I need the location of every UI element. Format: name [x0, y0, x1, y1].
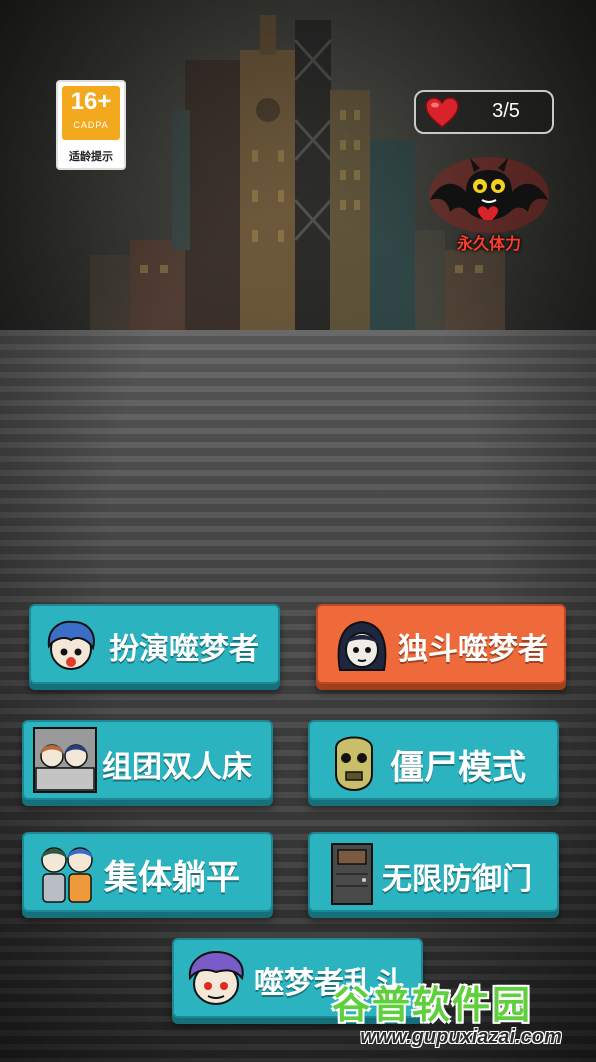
mode-label: 扮演噬梦者	[109, 632, 259, 667]
mode-label: 无限防御门	[382, 862, 532, 897]
watermark-url: www.gupuxiazai.com	[360, 1026, 562, 1048]
age-rating-org: CADPA	[73, 120, 109, 130]
watermark-title: 谷普软件园	[332, 983, 533, 1027]
mode-label: 独斗噬梦者	[398, 632, 548, 667]
permanent-stamina-label: 永久体力	[456, 234, 521, 253]
site-watermark: 谷普软件园 www.gupuxiazai.com	[326, 972, 596, 1062]
zombie-face-icon	[335, 736, 373, 792]
two-kids-icon	[41, 847, 93, 903]
mode-button-lie-flat[interactable]: 集体躺平	[22, 832, 273, 912]
mode-button-zombie[interactable]: 僵尸模式	[308, 720, 559, 800]
dark-hair-face-icon	[337, 620, 387, 671]
stamina-count: 3/5	[492, 100, 520, 122]
mode-label: 僵尸模式	[390, 748, 526, 788]
age-rating-number: 16+	[70, 88, 112, 115]
purple-hair-face-icon	[188, 950, 244, 1005]
age-rating-badge[interactable]: 16+ CADPA 适龄提示	[56, 80, 126, 170]
permanent-stamina-button[interactable]: 永久体力	[422, 150, 556, 260]
stamina-counter: 3/5	[414, 90, 554, 134]
heart-icon	[425, 97, 459, 128]
mode-button-double-bed[interactable]: 组团双人床	[22, 720, 273, 800]
mode-label: 集体躺平	[104, 858, 240, 898]
blue-hair-face-icon	[47, 620, 95, 670]
age-rating-tip: 适龄提示	[69, 150, 113, 163]
mode-label: 组团双人床	[102, 750, 252, 785]
couple-in-bed-icon	[33, 727, 97, 793]
age-rating-top: 16+ CADPA	[62, 86, 120, 140]
door-icon	[331, 843, 373, 905]
mode-button-infinite-defense-door[interactable]: 无限防御门	[308, 832, 559, 912]
mode-button-play-dream-eater[interactable]: 扮演噬梦者	[29, 604, 280, 684]
bat-icon	[429, 157, 549, 233]
mode-button-solo-dream-eater[interactable]: 独斗噬梦者	[316, 604, 566, 684]
